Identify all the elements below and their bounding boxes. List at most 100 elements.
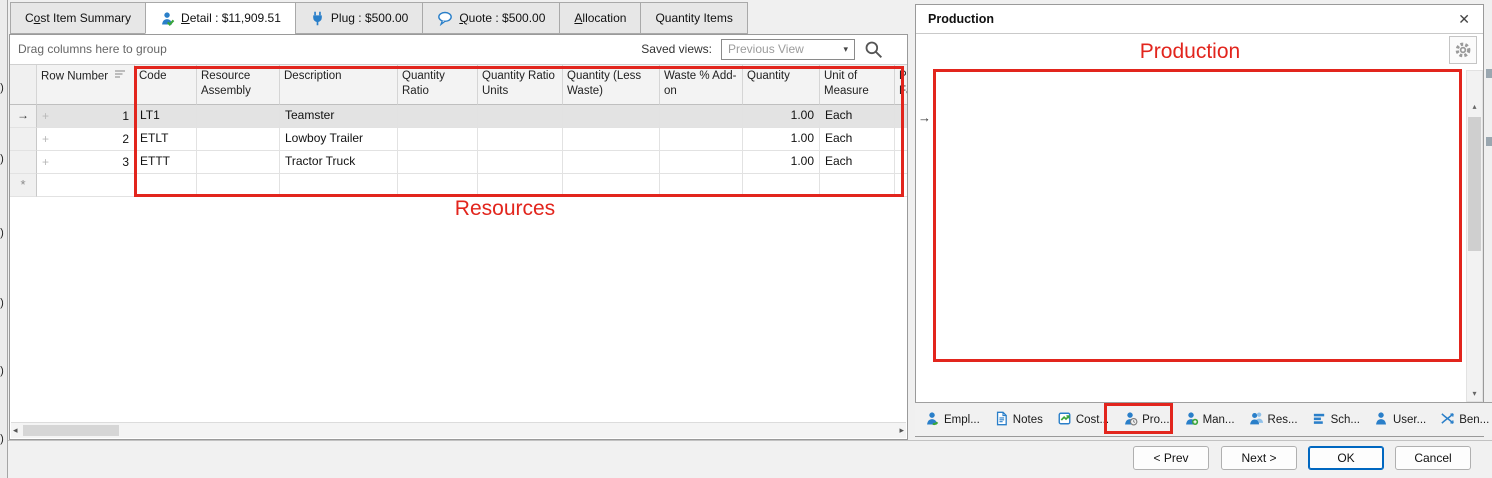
- grid-cell[interactable]: [37, 174, 135, 197]
- grid-cell[interactable]: [398, 128, 478, 151]
- toolbar-button-pro[interactable]: Pro...: [1117, 408, 1175, 432]
- grid-cell[interactable]: Each: [820, 128, 895, 151]
- grid-cell[interactable]: +1: [37, 105, 135, 128]
- scroll-up-icon[interactable]: ▴: [1467, 102, 1482, 111]
- ok-button[interactable]: OK: [1308, 446, 1384, 470]
- cancel-button[interactable]: Cancel: [1395, 446, 1471, 470]
- toolbar-button-cost[interactable]: Cost...: [1051, 408, 1115, 432]
- grid-cell[interactable]: [478, 174, 563, 197]
- tab-quantity-items[interactable]: Quantity Items: [640, 2, 747, 34]
- grid-cell[interactable]: [478, 128, 563, 151]
- grid-cell[interactable]: [563, 105, 660, 128]
- toolbar-button-notes[interactable]: Notes: [988, 408, 1049, 432]
- grid-cell[interactable]: Each: [820, 105, 895, 128]
- scroll-down-icon[interactable]: ▾: [1467, 389, 1482, 398]
- grid-cell[interactable]: [820, 174, 895, 197]
- grid-cell[interactable]: [895, 128, 907, 151]
- grid-cell[interactable]: [135, 174, 197, 197]
- grid-cell[interactable]: [895, 105, 907, 128]
- grid-cell[interactable]: +3: [37, 151, 135, 174]
- grid-cell[interactable]: [197, 105, 280, 128]
- column-header-row-number[interactable]: Row Number: [37, 65, 135, 105]
- grid-row[interactable]: *: [10, 174, 907, 197]
- scroll-left-icon[interactable]: ◂: [13, 425, 18, 436]
- grid-cell[interactable]: [197, 151, 280, 174]
- grid-cell[interactable]: [660, 105, 743, 128]
- grid-cell[interactable]: 1.00: [743, 105, 820, 128]
- column-header-unit-of-measure[interactable]: Unit of Measure: [820, 65, 895, 105]
- grid-cell[interactable]: [398, 105, 478, 128]
- tab-allocation[interactable]: Allocation: [559, 2, 640, 34]
- edge-icon-fragment: [1486, 137, 1492, 146]
- column-header-quantity-less-waste[interactable]: Quantity (Less Waste): [563, 65, 660, 105]
- grid-cell[interactable]: Teamster: [280, 105, 398, 128]
- toolbar-button-man[interactable]: Man...: [1178, 408, 1241, 432]
- close-icon[interactable]: ✕: [1458, 11, 1470, 28]
- grid-row[interactable]: →+1LT1 Teamster 1.00Each: [10, 105, 907, 128]
- grid-row[interactable]: +3ETTT Tractor Truck 1.00Each: [10, 151, 907, 174]
- grid-cell[interactable]: [280, 174, 398, 197]
- gear-icon[interactable]: [1449, 36, 1477, 64]
- grid-cell[interactable]: LT1: [135, 105, 197, 128]
- production-title: Production: [928, 12, 994, 26]
- grid-cell[interactable]: [563, 128, 660, 151]
- toolbar-button-user[interactable]: User...: [1368, 408, 1432, 432]
- grid-cell[interactable]: [660, 174, 743, 197]
- grid-cell[interactable]: [660, 151, 743, 174]
- grid-cell[interactable]: [895, 174, 907, 197]
- grid-cell[interactable]: [743, 174, 820, 197]
- grid-cell[interactable]: [478, 151, 563, 174]
- tab-plug-500-00[interactable]: Plug : $500.00: [295, 2, 422, 34]
- grid-cell[interactable]: +2: [37, 128, 135, 151]
- toolbar-button-empl[interactable]: Empl...: [919, 408, 986, 432]
- grid-cell[interactable]: 1.00: [743, 128, 820, 151]
- grid-cell[interactable]: Each: [820, 151, 895, 174]
- horizontal-scrollbar[interactable]: ◂ ▸: [11, 422, 906, 438]
- tab-quote-500-00[interactable]: Quote : $500.00: [422, 2, 559, 34]
- next-button[interactable]: Next >: [1221, 446, 1297, 470]
- scroll-right-icon[interactable]: ▸: [899, 425, 904, 436]
- tab-cost-item-summary[interactable]: Cost Item Summary: [10, 2, 145, 34]
- column-header-description[interactable]: Description: [280, 65, 398, 105]
- vertical-scrollbar[interactable]: ▴ ▾: [1466, 70, 1483, 402]
- column-header-resource-assembly[interactable]: Resource Assembly: [197, 65, 280, 105]
- current-row-icon: →: [10, 105, 37, 128]
- sort-icon[interactable]: [114, 70, 127, 82]
- grid-cell[interactable]: [660, 128, 743, 151]
- expand-icon[interactable]: +: [42, 155, 49, 169]
- grid-cell[interactable]: ETLT: [135, 128, 197, 151]
- toolbar-button-ben[interactable]: Ben...: [1434, 408, 1492, 432]
- grid-cell[interactable]: [398, 174, 478, 197]
- chevron-down-icon[interactable]: ▾: [843, 44, 848, 55]
- grid-cell[interactable]: [563, 174, 660, 197]
- grid-cell[interactable]: [197, 174, 280, 197]
- column-header-quantity-ratio-units[interactable]: Quantity Ratio Units: [478, 65, 563, 105]
- prev-button[interactable]: < Prev: [1133, 446, 1209, 470]
- tab-detail-11-909-51[interactable]: Detail : $11,909.51: [145, 2, 295, 34]
- grid-cell[interactable]: Tractor Truck: [280, 151, 398, 174]
- column-header-pr-fa[interactable]: Pr Fa: [895, 65, 907, 105]
- grid-cell[interactable]: 1.00: [743, 151, 820, 174]
- grid-cell[interactable]: [895, 151, 907, 174]
- grid-cell[interactable]: [478, 105, 563, 128]
- column-header-quantity[interactable]: Quantity: [743, 65, 820, 105]
- grid-row[interactable]: +2ETLT Lowboy Trailer 1.00Each: [10, 128, 907, 151]
- toolbar-button-sch[interactable]: Sch...: [1306, 408, 1366, 432]
- grid-cell[interactable]: Lowboy Trailer: [280, 128, 398, 151]
- grid-cell[interactable]: [563, 151, 660, 174]
- grid-header-row: Row NumberCodeResource AssemblyDescripti…: [10, 65, 907, 105]
- search-icon[interactable]: [864, 40, 883, 59]
- saved-views-dropdown[interactable]: Previous View ▾: [721, 39, 855, 60]
- column-header-code[interactable]: Code: [135, 65, 197, 105]
- grid-cell[interactable]: ETTT: [135, 151, 197, 174]
- grid-cell[interactable]: [197, 128, 280, 151]
- new-row-icon: *: [10, 174, 37, 197]
- scrollbar-thumb[interactable]: [1468, 117, 1481, 251]
- grid-cell[interactable]: [398, 151, 478, 174]
- toolbar-button-res[interactable]: Res...: [1243, 408, 1304, 432]
- expand-icon[interactable]: +: [42, 132, 49, 146]
- column-header-waste-add-on[interactable]: Waste % Add-on: [660, 65, 743, 105]
- expand-icon[interactable]: +: [42, 109, 49, 123]
- column-header-quantity-ratio[interactable]: Quantity Ratio: [398, 65, 478, 105]
- scrollbar-thumb[interactable]: [23, 425, 119, 436]
